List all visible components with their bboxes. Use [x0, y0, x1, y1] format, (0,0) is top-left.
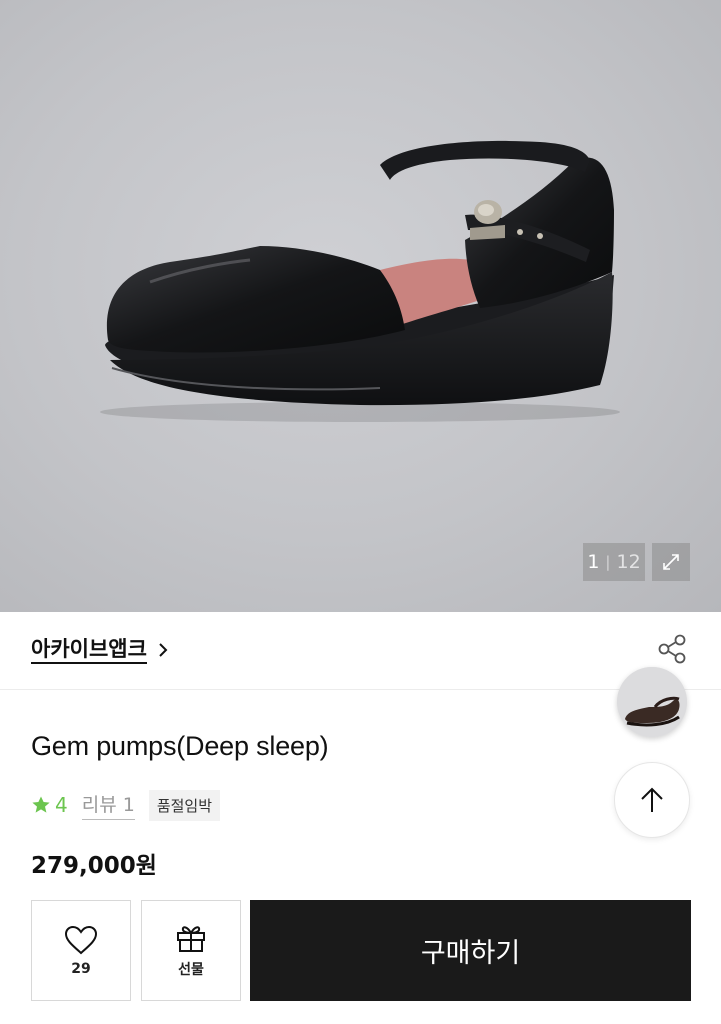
shoe-photo [100, 140, 620, 422]
expand-button[interactable] [652, 543, 690, 581]
image-counter-total: 12 [616, 551, 641, 573]
like-button[interactable]: 29 [31, 900, 131, 1001]
arrow-up-icon [641, 787, 663, 812]
gift-icon [177, 925, 205, 952]
rating: 4 [31, 793, 68, 817]
share-icon [658, 634, 686, 664]
status-badge: 품절임박 [148, 789, 221, 821]
product-price: 279,000원 [31, 853, 157, 879]
gift-label: 선물 [178, 961, 204, 978]
share-button[interactable] [655, 632, 689, 666]
brand-row: 아카이브앱크 [0, 612, 721, 690]
chevron-right-icon [159, 643, 168, 657]
star-icon [32, 796, 50, 813]
brand-name[interactable]: 아카이브앱크 [31, 636, 147, 664]
like-count: 29 [71, 960, 91, 977]
image-counter-separator: | [605, 553, 611, 571]
buy-button[interactable]: 구매하기 [250, 900, 691, 1001]
image-counter: 1 | 12 [583, 543, 645, 581]
expand-icon [663, 554, 679, 570]
brand-link[interactable]: 아카이브앱크 [31, 636, 169, 664]
image-counter-current: 1 [587, 551, 600, 573]
product-meta: 4 리뷰 1 품절임박 [31, 789, 221, 821]
shoe-thumbnail [617, 667, 687, 737]
product-image[interactable]: 1 | 12 [0, 0, 721, 612]
gift-button[interactable]: 선물 [141, 900, 241, 1001]
recent-item-thumbnail[interactable] [617, 667, 687, 737]
review-link[interactable]: 리뷰 1 [81, 790, 135, 820]
heart-icon [64, 925, 98, 954]
scroll-top-button[interactable] [614, 762, 690, 838]
product-title: Gem pumps(Deep sleep) [31, 731, 329, 761]
rating-value: 4 [55, 793, 68, 817]
